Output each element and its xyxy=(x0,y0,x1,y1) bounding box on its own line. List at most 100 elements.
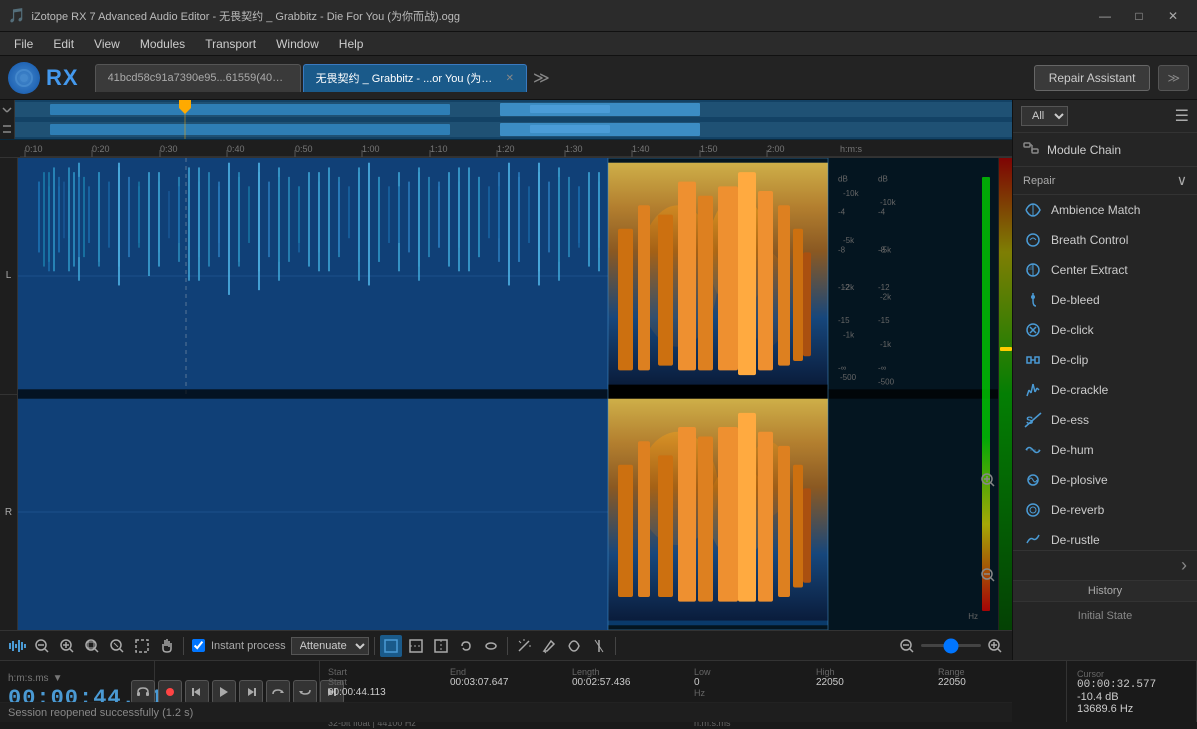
play-button[interactable] xyxy=(212,680,236,704)
high-col: High 22050 xyxy=(816,667,936,688)
time-selection-button[interactable] xyxy=(405,635,427,657)
menu-bar: File Edit View Modules Transport Window … xyxy=(0,32,1197,56)
zoom-in-icon[interactable] xyxy=(980,472,996,488)
zoom-out-icon[interactable] xyxy=(980,567,996,583)
app: RX 41bcd58c91a7390e95...61559(4015389).m… xyxy=(0,56,1197,722)
module-chain[interactable]: Module Chain xyxy=(1013,133,1197,167)
svg-text:0:20: 0:20 xyxy=(92,144,110,154)
time-ruler: 0:10 0:20 0:30 0:40 0:50 1:00 1:10 1:20 xyxy=(0,140,1012,158)
menu-transport[interactable]: Transport xyxy=(195,35,266,53)
repair-assistant-button[interactable]: Repair Assistant xyxy=(1034,65,1151,91)
zoom-out-h-button[interactable] xyxy=(896,635,918,657)
module-de-rustle[interactable]: De-rustle xyxy=(1013,525,1197,550)
svg-text:dB: dB xyxy=(878,175,888,184)
module-de-plosive[interactable]: De-plosive xyxy=(1013,465,1197,495)
tab-ogg[interactable]: 无畏契约 _ Grabbitz - ...or You (为你而战).ogg ✕ xyxy=(303,64,527,92)
menu-file[interactable]: File xyxy=(4,35,43,53)
collapse-icon[interactable] xyxy=(0,100,14,120)
svg-text:-8: -8 xyxy=(838,245,846,254)
tab-ogg-label: 无畏契约 _ Grabbitz - ...or You (为你而战).ogg xyxy=(316,70,496,86)
status-message: Session reopened successfully (1.2 s) xyxy=(8,707,193,719)
toolbar-extra-button[interactable]: ≫ xyxy=(1158,65,1189,91)
menu-view[interactable]: View xyxy=(84,35,130,53)
loop-button[interactable] xyxy=(266,680,290,704)
tab-mp3[interactable]: 41bcd58c91a7390e95...61559(4015389).mp3 xyxy=(95,64,301,92)
select-button[interactable] xyxy=(131,635,153,657)
de-plosive-icon xyxy=(1023,470,1043,490)
attenuate-select[interactable]: Attenuate xyxy=(291,637,369,655)
svg-text:-∞: -∞ xyxy=(838,363,847,372)
channel-l-label: L xyxy=(0,158,17,395)
double-arrow-icon[interactable] xyxy=(0,120,14,140)
zoom-fit-button[interactable] xyxy=(106,635,128,657)
overview-waveform[interactable] xyxy=(0,100,1012,140)
pencil-button[interactable] xyxy=(538,635,560,657)
de-bleed-icon xyxy=(1023,290,1043,310)
zoom-slider[interactable] xyxy=(921,644,981,647)
zoom-in-h-button[interactable] xyxy=(984,635,1006,657)
time-format-arrow-icon[interactable]: ▼ xyxy=(53,673,63,684)
separator-3 xyxy=(507,637,508,655)
rect-selection-button[interactable] xyxy=(380,635,402,657)
channel-labels: L R xyxy=(0,158,18,630)
repair-expand-icon[interactable]: ∨ xyxy=(1177,172,1187,189)
headphone-button[interactable] xyxy=(131,680,155,704)
svg-text:2:00: 2:00 xyxy=(767,144,785,154)
svg-text:-1k: -1k xyxy=(880,340,892,349)
waveform-view-button[interactable] xyxy=(6,635,28,657)
menu-modules[interactable]: Modules xyxy=(130,35,195,53)
brush-selection-button[interactable] xyxy=(480,635,502,657)
panel-menu-button[interactable]: ☰ xyxy=(1175,106,1189,126)
waveform-canvas[interactable]: dB -4 -8 -12 -15 -∞ dB -4 -8 -12 -15 -∞ … xyxy=(18,158,998,630)
cursor-label: Cursor xyxy=(1077,669,1186,679)
close-button[interactable]: ✕ xyxy=(1157,6,1189,26)
zoom-in-button[interactable] xyxy=(56,635,78,657)
svg-text:-500: -500 xyxy=(878,378,895,387)
module-de-ess[interactable]: S De-ess xyxy=(1013,405,1197,435)
menu-window[interactable]: Window xyxy=(266,35,329,53)
end-value: 00:03:07.647 xyxy=(450,677,570,688)
tab-overflow-icon[interactable]: ≫ xyxy=(533,68,550,88)
zoom-out-button[interactable] xyxy=(31,635,53,657)
module-center-extract-label: Center Extract xyxy=(1051,263,1128,277)
menu-edit[interactable]: Edit xyxy=(43,35,84,53)
maximize-button[interactable]: □ xyxy=(1123,6,1155,26)
prev-button[interactable] xyxy=(185,680,209,704)
time-format-label: h:m:s.ms xyxy=(8,673,49,684)
module-de-bleed[interactable]: De-bleed xyxy=(1013,285,1197,315)
record-button[interactable] xyxy=(158,680,182,704)
tab-close-icon[interactable]: ✕ xyxy=(506,73,514,84)
instant-process-checkbox[interactable] xyxy=(192,639,205,652)
slice-button[interactable] xyxy=(588,635,610,657)
hand-tool-button[interactable] xyxy=(156,635,178,657)
svg-text:-4: -4 xyxy=(838,208,846,217)
module-de-crackle[interactable]: De-crackle xyxy=(1013,375,1197,405)
freq-selection-button[interactable] xyxy=(430,635,452,657)
module-de-hum[interactable]: De-hum xyxy=(1013,435,1197,465)
waveform-area[interactable]: L R xyxy=(0,158,1012,630)
more-modules-button[interactable]: › xyxy=(1181,555,1187,576)
minimize-button[interactable]: — xyxy=(1089,6,1121,26)
module-center-extract[interactable]: Center Extract xyxy=(1013,255,1197,285)
time-format-row: h:m:s.ms ▼ xyxy=(8,673,146,684)
menu-help[interactable]: Help xyxy=(329,35,374,53)
next-button[interactable] xyxy=(239,680,263,704)
lasso-selection-button[interactable] xyxy=(455,635,477,657)
module-de-click[interactable]: De-click xyxy=(1013,315,1197,345)
module-ambience-match[interactable]: Ambience Match xyxy=(1013,195,1197,225)
status-bar: h:m:s.ms ▼ 00:00:44.113 Session reopened… xyxy=(0,660,1197,722)
loop2-button[interactable] xyxy=(293,680,317,704)
svg-text:0:30: 0:30 xyxy=(160,144,178,154)
zoom-selection-button[interactable] xyxy=(81,635,103,657)
history-initial-state[interactable]: Initial State xyxy=(1013,602,1197,630)
module-de-reverb[interactable]: De-reverb xyxy=(1013,495,1197,525)
range-label-text: Range xyxy=(938,667,1058,677)
module-de-clip[interactable]: De-clip xyxy=(1013,345,1197,375)
meter-peak-indicator xyxy=(1000,347,1012,351)
rubber-band-button[interactable] xyxy=(563,635,585,657)
all-select-dropdown[interactable]: All xyxy=(1021,106,1068,126)
magic-wand-button[interactable] xyxy=(513,635,535,657)
module-breath-control[interactable]: Breath Control xyxy=(1013,225,1197,255)
db-meter-strip xyxy=(998,158,1012,630)
svg-text:-15: -15 xyxy=(838,316,850,325)
